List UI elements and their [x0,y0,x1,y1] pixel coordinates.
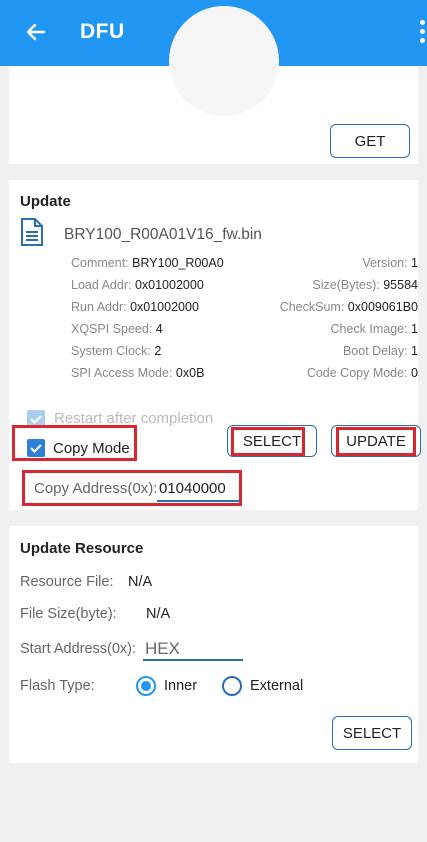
page-title: DFU [80,20,125,43]
update-resource-card: Update Resource Resource File: N/A File … [9,526,418,763]
copy-address-underline [157,500,240,502]
more-options-icon[interactable] [415,20,427,48]
file-icon [20,218,44,246]
info-code-copy-mode: Code Copy Mode: 0 [306,366,418,380]
flash-inner-radio[interactable] [136,676,156,696]
start-address-underline [143,659,243,661]
get-button[interactable]: GET [330,124,410,158]
resource-section-title: Update Resource [20,540,144,557]
start-address-input[interactable]: HEX [145,639,180,659]
copy-address-label: Copy Address(0x): [34,480,158,497]
info-check-image: Check Image: 1 [330,322,418,336]
flash-external-label: External [250,678,304,694]
info-run-addr: Run Addr: 0x01002000 [71,300,199,314]
back-arrow-icon[interactable] [22,18,50,46]
update-highlight [336,427,416,456]
resource-file-label: Resource File: [20,574,114,590]
start-address-label: Start Address(0x): [20,641,137,657]
copy-mode-label: Copy Mode [53,440,130,457]
file-size-label: File Size(byte): [20,606,117,622]
info-system-clock: System Clock: 2 [71,344,162,358]
copy-mode-checkbox[interactable] [27,439,45,457]
select-highlight [231,427,305,456]
info-load-addr: Load Addr: 0x01002000 [71,278,204,292]
flash-external-radio[interactable] [222,676,242,696]
select-resource-button[interactable]: SELECT [332,716,412,750]
info-size: Size(Bytes): 95584 [312,278,418,292]
info-spi-access-mode: SPI Access Mode: 0x0B [71,366,205,380]
flash-inner-label: Inner [164,678,198,694]
resource-file-value: N/A [128,574,153,590]
device-card: GET [9,6,418,164]
info-version: Version: 1 [362,256,418,270]
info-checksum: CheckSum: 0x009061B0 [279,300,418,314]
update-card: Update BRY100_R00A01V16_fw.bin Comment: … [9,180,421,510]
info-boot-delay: Boot Delay: 1 [342,344,418,358]
flash-type-label: Flash Type: [20,678,95,694]
copy-address-input[interactable]: 01040000 [159,480,226,497]
update-section-title: Update [20,193,71,210]
device-image [169,6,279,116]
info-xqspi-speed: XQSPI Speed: 4 [71,322,163,336]
file-size-value: N/A [146,606,171,622]
firmware-file-name: BRY100_R00A01V16_fw.bin [64,226,262,243]
info-comment: Comment: BRY100_R00A0 [71,256,224,270]
